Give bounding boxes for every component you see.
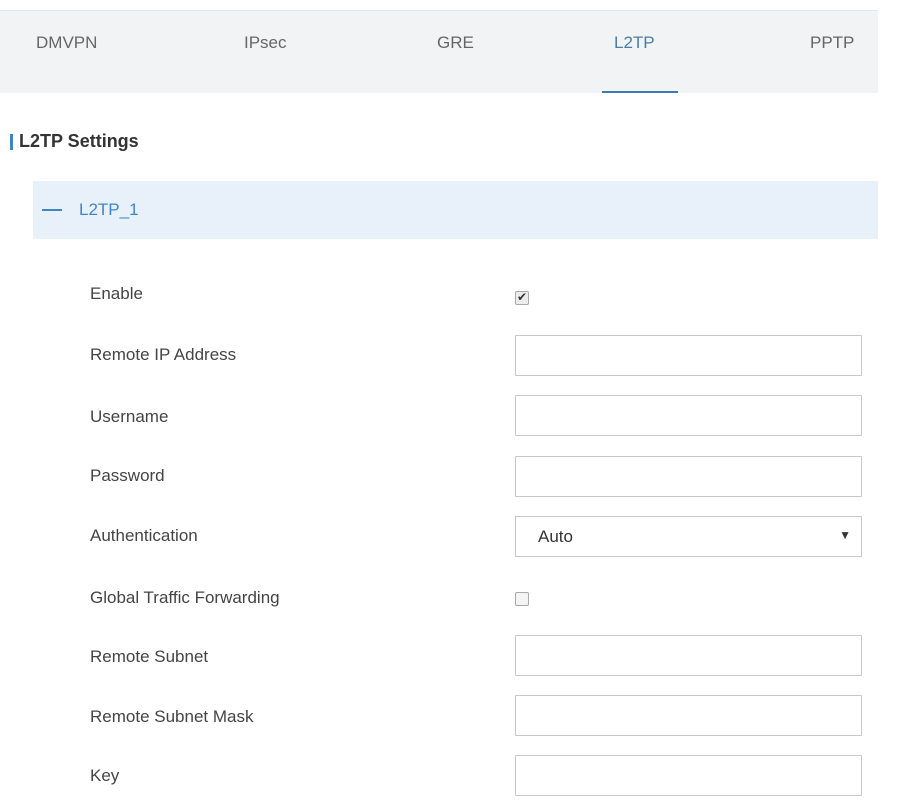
- remote-subnet-label: Remote Subnet: [90, 647, 209, 666]
- dropdown-arrow-icon: ▼: [839, 528, 851, 542]
- remote-ip-input[interactable]: [515, 335, 862, 376]
- global-traffic-forwarding-checkbox[interactable]: [515, 592, 529, 606]
- password-label: Password: [90, 466, 165, 485]
- password-input[interactable]: [515, 456, 862, 497]
- minus-icon[interactable]: [42, 209, 62, 211]
- key-input[interactable]: [515, 755, 862, 796]
- section-title: L2TP Settings: [19, 131, 139, 151]
- remote-subnet-mask-input[interactable]: [515, 695, 862, 736]
- authentication-label: Authentication: [90, 526, 198, 545]
- tab-dmvpn[interactable]: DMVPN: [36, 33, 97, 53]
- section-accent-bar: [10, 134, 13, 150]
- authentication-select[interactable]: Auto ▼: [515, 516, 862, 557]
- remote-subnet-input[interactable]: [515, 635, 862, 676]
- l2tp-1-panel-header[interactable]: L2TP_1: [33, 181, 878, 239]
- enable-label: Enable: [90, 284, 143, 303]
- vpn-tab-bar: DMVPN IPsec GRE L2TP PPTP: [0, 10, 878, 93]
- tab-gre[interactable]: GRE: [437, 33, 474, 53]
- tab-l2tp[interactable]: L2TP: [614, 33, 655, 53]
- authentication-selected-value: Auto: [538, 527, 573, 546]
- tab-ipsec[interactable]: IPsec: [244, 33, 287, 53]
- enable-checkbox[interactable]: ✔: [515, 290, 529, 305]
- tab-pptp[interactable]: PPTP: [810, 33, 854, 53]
- username-input[interactable]: [515, 395, 862, 436]
- checkmark-icon: ✔: [517, 290, 528, 304]
- username-label: Username: [90, 407, 169, 426]
- global-traffic-forwarding-label: Global Traffic Forwarding: [90, 588, 280, 607]
- remote-ip-label: Remote IP Address: [90, 345, 237, 364]
- key-label: Key: [90, 766, 120, 785]
- panel-title: L2TP_1: [79, 200, 139, 219]
- l2tp-settings-page: DMVPN IPsec GRE L2TP PPTP L2TP Settings …: [0, 0, 901, 805]
- remote-subnet-mask-label: Remote Subnet Mask: [90, 707, 254, 726]
- active-tab-indicator: [602, 91, 678, 93]
